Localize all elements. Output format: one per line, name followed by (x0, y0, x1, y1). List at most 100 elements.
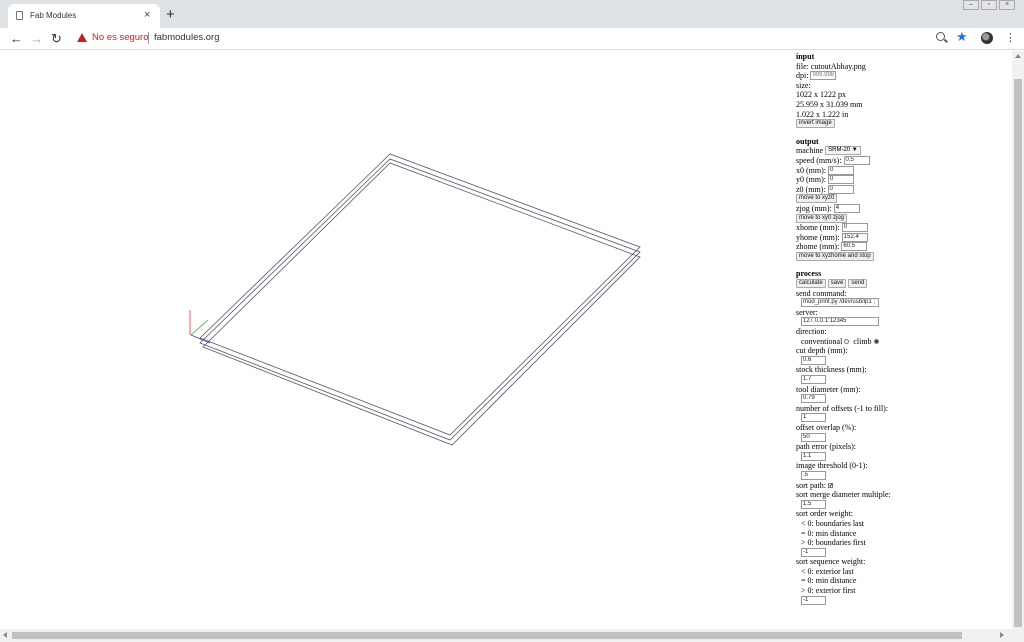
zjog-input[interactable]: 4 (833, 203, 860, 213)
size-label: size: (796, 80, 811, 90)
zhome-label: zhome (mm): (796, 242, 840, 252)
tab-strip: Fab Modules × + – ▫ × (0, 0, 1024, 28)
sequence-weight-note-gt: > 0: exterior first (801, 586, 856, 596)
order-weight-note-lt: < 0: boundaries last (801, 518, 864, 528)
dpi-input[interactable]: 999.998 (810, 71, 837, 81)
send-command-input[interactable]: mod_print.py /dev/usb/lp1 ; (801, 298, 879, 308)
toolpath-offset-outline (199, 158, 641, 441)
server-label: server: (796, 307, 818, 317)
machine-select[interactable]: SRM-20 ▼ (825, 146, 861, 156)
back-arrow-icon[interactable]: ← (10, 30, 23, 48)
browser-tab[interactable]: Fab Modules × (8, 4, 160, 28)
cut-depth-label: cut depth (mm): (796, 346, 848, 356)
toolpath-view[interactable] (0, 51, 790, 629)
vertical-scrollbar[interactable] (1012, 51, 1024, 629)
sort-merge-input[interactable]: 1.5 (801, 499, 826, 509)
document-icon (16, 11, 23, 20)
security-status[interactable]: No es seguro (92, 32, 149, 43)
forward-arrow-icon[interactable]: → (30, 30, 43, 48)
tool-diameter-input[interactable]: 0.79 (801, 394, 826, 404)
cut-depth-input[interactable]: 0.6 (801, 355, 826, 365)
scroll-left-icon[interactable] (3, 632, 7, 638)
climb-label: climb (853, 336, 872, 346)
sort-path-checkbox[interactable]: ✔ (828, 483, 833, 489)
machine-label: machine (796, 146, 824, 156)
scroll-up-icon[interactable] (1015, 54, 1021, 58)
y0-input[interactable]: 0 (828, 175, 854, 185)
overlap-input[interactable]: 50 (801, 432, 826, 442)
address-bar[interactable]: fabmodules.org (154, 32, 219, 43)
browser-toolbar: ← → ↻ No es seguro fabmodules.org ★ ⋮ (0, 28, 1024, 50)
offsets-label: number of offsets (-1 to fill): (796, 403, 889, 413)
vertical-scroll-thumb[interactable] (1014, 79, 1022, 627)
z0-label: z0 (mm): (796, 184, 826, 194)
send-button[interactable]: send (848, 279, 868, 289)
xhome-input[interactable]: 0 (841, 223, 868, 233)
sequence-weight-label: sort sequence weight: (796, 557, 866, 567)
yhome-input[interactable]: 152.4 (841, 232, 868, 242)
toolpath-svg[interactable] (0, 51, 790, 629)
x0-label: x0 (mm): (796, 165, 826, 175)
calculate-button[interactable]: calculate (796, 279, 826, 289)
toolpath-bottom-outline (202, 162, 641, 446)
sequence-weight-note-eq: = 0: min distance (801, 576, 857, 586)
order-weight-note-gt: > 0: boundaries first (801, 538, 866, 548)
avatar[interactable] (981, 32, 993, 44)
invert-image-button[interactable]: invert image (796, 119, 835, 129)
direction-label: direction: (796, 327, 827, 337)
z0-input[interactable]: 0 (827, 184, 854, 194)
conventional-radio[interactable] (844, 339, 850, 345)
speed-input[interactable]: 0.5 (843, 155, 870, 165)
toolpath-top-outline (199, 153, 641, 436)
size-mm: 25.959 x 31.039 mm (796, 99, 863, 109)
reload-icon[interactable]: ↻ (51, 30, 62, 48)
offsets-input[interactable]: 1 (801, 413, 826, 423)
horizontal-scroll-thumb[interactable] (12, 632, 962, 639)
new-tab-button[interactable]: + (166, 6, 175, 23)
scroll-right-icon[interactable] (1000, 632, 1004, 638)
order-weight-label: sort order weight: (796, 509, 853, 519)
stock-thickness-label: stock thickness (mm): (796, 365, 867, 375)
yhome-label: yhome (mm): (796, 232, 840, 242)
server-input[interactable]: 127.0.0.1:12345 (801, 317, 879, 327)
threshold-input[interactable]: .5 (801, 470, 826, 480)
climb-radio[interactable] (873, 339, 879, 345)
menu-icon[interactable]: ⋮ (1005, 31, 1016, 44)
move-xy0-zjog-button[interactable]: move to xy0 zjog (796, 213, 848, 223)
zhome-input[interactable]: 60.5 (841, 242, 868, 252)
maximize-button[interactable]: ▫ (981, 0, 997, 10)
save-button[interactable]: save (827, 279, 847, 289)
minimize-button[interactable]: – (963, 0, 979, 10)
send-command-label: send command: (796, 288, 847, 298)
tab-close-icon[interactable]: × (144, 9, 150, 21)
output-heading: output (796, 136, 819, 146)
tab-title: Fab Modules (30, 11, 77, 20)
sequence-weight-input[interactable]: -1 (801, 595, 826, 605)
order-weight-input[interactable]: -1 (801, 547, 826, 557)
horizontal-scrollbar[interactable] (0, 629, 1024, 642)
star-icon[interactable]: ★ (956, 29, 968, 45)
size-px: 1022 x 1222 px (796, 90, 846, 100)
tool-diameter-label: tool diameter (mm): (796, 384, 861, 394)
move-xyz0-button[interactable]: move to xyz0 (796, 194, 838, 204)
stock-thickness-input[interactable]: 1.7 (801, 375, 826, 384)
warning-icon[interactable] (77, 33, 87, 42)
zjog-label: zjog (mm): (796, 203, 832, 213)
order-weight-note-eq: = 0: min distance (801, 528, 857, 538)
close-window-button[interactable]: × (999, 0, 1015, 10)
sort-merge-label: sort merge diameter multiple: (796, 490, 891, 500)
zoom-icon[interactable] (936, 32, 945, 41)
overlap-label: offset overlap (%): (796, 422, 857, 432)
dpi-label: dpi: (796, 71, 809, 81)
url-separator (148, 32, 149, 44)
process-heading: process (796, 269, 822, 279)
x0-input[interactable]: 0 (828, 165, 854, 175)
speed-label: speed (mm/s): (796, 155, 842, 165)
size-in: 1.022 x 1.222 in (796, 109, 849, 119)
conventional-label: conventional (801, 336, 843, 346)
sequence-weight-note-lt: < 0: exterior last (801, 566, 854, 576)
sort-path-label: sort path: (796, 480, 826, 490)
move-home-button[interactable]: move to xyzhome and stop (796, 251, 874, 261)
path-error-input[interactable]: 1.1 (801, 451, 826, 461)
path-error-label: path error (pixels): (796, 442, 856, 452)
